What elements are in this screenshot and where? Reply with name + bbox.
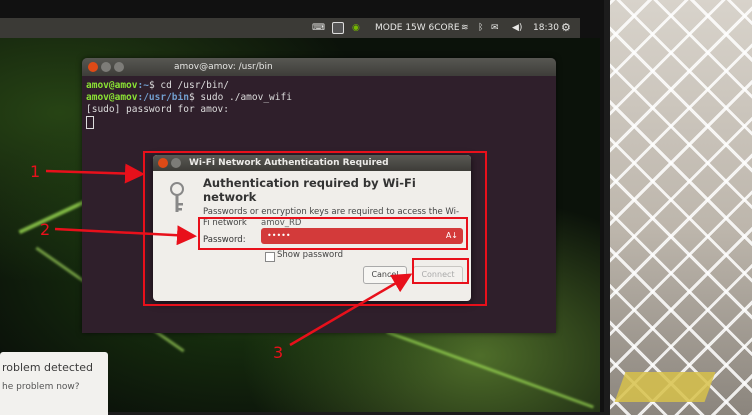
top-panel: ⌨ ◉ MODE 15W 6CORE ≋ ᛒ ✉ ◀) 18:30 ⚙: [0, 18, 580, 38]
prompt-path: :~: [137, 80, 149, 91]
clock[interactable]: 18:30: [533, 18, 559, 38]
terminal-line: amov@amov:~$ cd /usr/bin/: [86, 80, 552, 92]
terminal-line: amov@amov:/usr/bin$ sudo ./amov_wifi: [86, 92, 552, 104]
annotation-label-3: 3: [273, 343, 284, 362]
terminal-cursor: [86, 116, 94, 129]
floor-marking: [614, 372, 716, 402]
prompt-path: :/usr/bin: [137, 92, 189, 103]
terminal-line: [86, 116, 552, 129]
terminal-line: [sudo] password for amov:: [86, 104, 552, 116]
nvidia-icon[interactable]: ◉: [352, 18, 360, 38]
command-text: $ sudo ./amov_wifi: [188, 92, 292, 103]
nvidia-mode-label[interactable]: MODE 15W 6CORE: [375, 18, 460, 38]
annotation-label-1: 1: [30, 162, 41, 181]
sudo-prompt: [sudo] password for amov:: [86, 104, 229, 115]
problem-subtitle: he problem now?: [2, 382, 80, 392]
maximize-icon[interactable]: [114, 62, 124, 72]
terminal-titlebar[interactable]: amov@amov: /usr/bin: [82, 58, 556, 76]
wifi-icon[interactable]: ≋: [461, 18, 469, 38]
terminal-title: amov@amov: /usr/bin: [174, 62, 273, 72]
prompt-user: amov@amov: [86, 80, 138, 91]
m-indicator-icon[interactable]: [332, 18, 344, 38]
close-icon[interactable]: [88, 62, 98, 72]
problem-report-dialog[interactable]: roblem detected he problem now?: [0, 352, 108, 415]
prompt-user: amov@amov: [86, 92, 138, 103]
keyboard-icon[interactable]: ⌨: [312, 18, 325, 38]
volume-icon[interactable]: ◀): [512, 18, 522, 38]
minimize-icon[interactable]: [101, 62, 111, 72]
problem-title: roblem detected: [2, 361, 93, 374]
bluetooth-icon[interactable]: ᛒ: [478, 18, 483, 38]
wallpaper-glow: [386, 330, 594, 409]
annotation-label-2: 2: [40, 220, 51, 239]
gear-icon[interactable]: ⚙: [561, 18, 571, 38]
chain-link-fence: [590, 0, 752, 415]
command-text: $ cd /usr/bin/: [148, 80, 230, 91]
annotation-box-2: [198, 217, 468, 250]
mail-icon[interactable]: ✉: [491, 18, 499, 38]
annotation-box-3: [412, 258, 469, 284]
